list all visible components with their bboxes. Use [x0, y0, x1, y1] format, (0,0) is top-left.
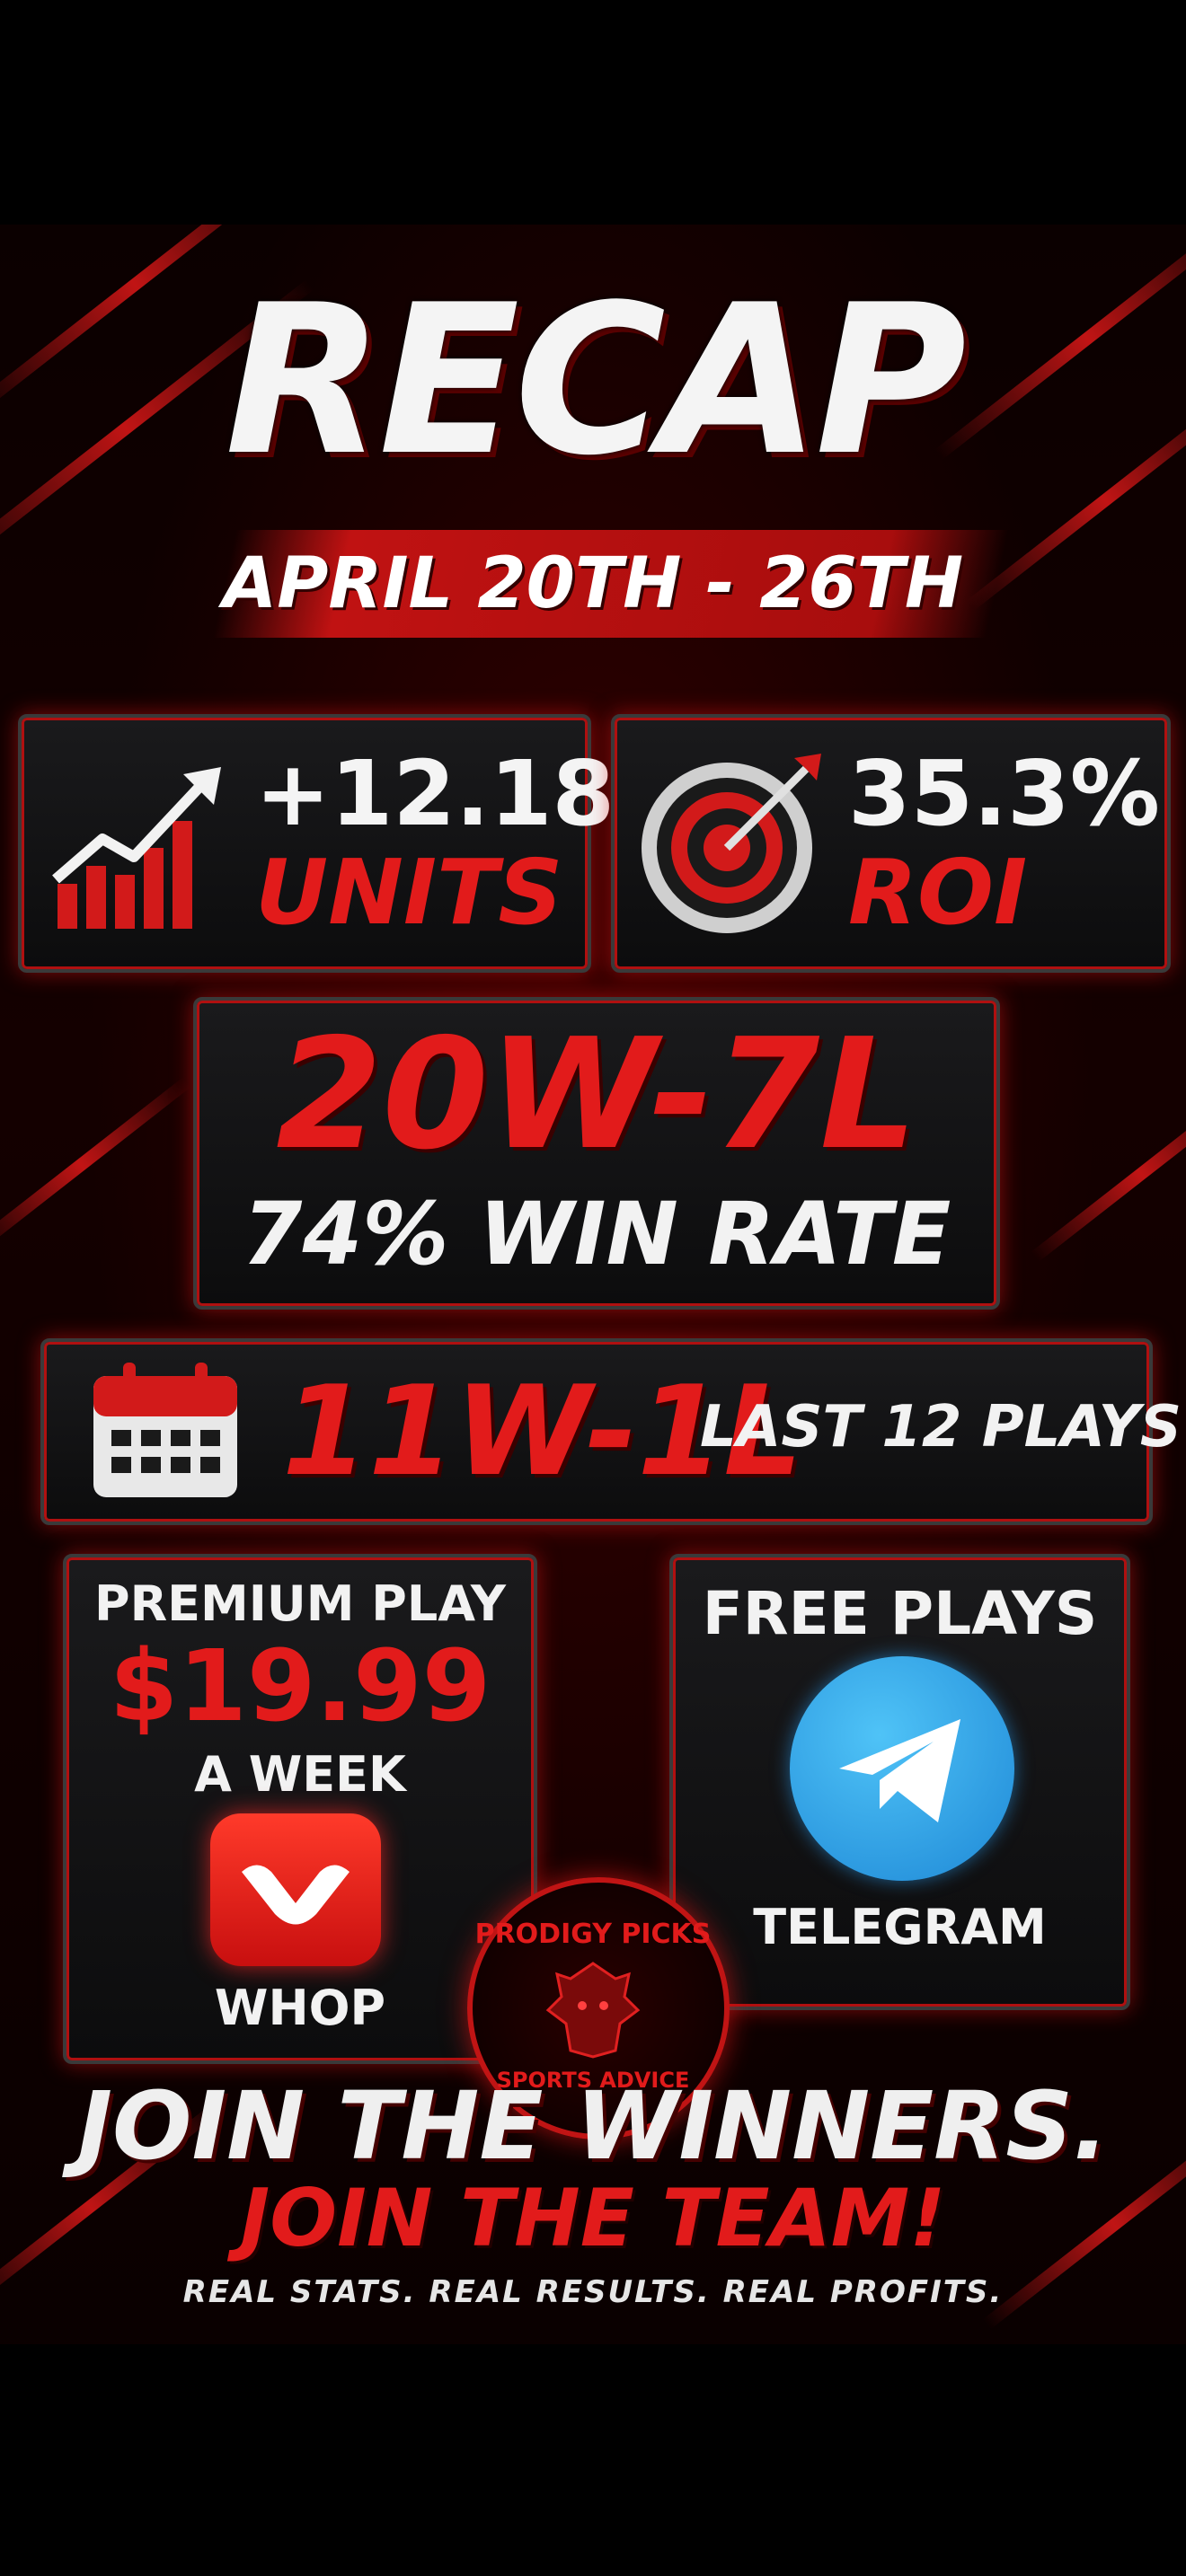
lion-icon — [545, 1962, 641, 2059]
roi-panel: 35.3% ROI — [611, 714, 1171, 973]
target-icon — [642, 754, 821, 933]
calendar-icon — [93, 1363, 237, 1497]
units-value: +12.18 — [255, 741, 615, 846]
whop-button[interactable] — [210, 1813, 381, 1966]
chart-growth-icon — [52, 767, 221, 929]
telegram-icon — [839, 1719, 960, 1822]
free-panel: FREE PLAYS TELEGRAM — [669, 1554, 1130, 2010]
win-rate: 74% WIN RATE — [242, 1184, 951, 1284]
season-record: 20W-7L — [276, 1006, 917, 1184]
footer-tagline: REAL STATS. REAL RESULTS. REAL PROFITS. — [182, 2274, 1004, 2310]
page-title: RECAP — [225, 261, 967, 501]
whop-icon — [242, 1865, 350, 1925]
recent-record-panel: 11W-1L LAST 12 PLAYS — [40, 1338, 1182, 1525]
whop-label[interactable]: WHOP — [66, 1980, 534, 2037]
telegram-button[interactable] — [790, 1656, 1014, 1881]
decorative-streak — [1031, 1086, 1186, 1262]
premium-price: $19.99 — [109, 1628, 491, 1743]
decorative-streak — [0, 1077, 191, 1253]
footer-headline: JOIN THE WINNERS. — [77, 2071, 1109, 2181]
footer-subheadline: JOIN THE TEAM! — [240, 2172, 946, 2264]
record-panel: 20W-7L 74% WIN RATE — [193, 997, 1000, 1310]
recap-poster: RECAP APRIL 20TH - 26TH +12.18 UNITS 35.… — [0, 225, 1186, 2344]
premium-period: A WEEK — [194, 1746, 406, 1803]
free-label: FREE PLAYS — [702, 1579, 1098, 1648]
logo-top-text: PRODIGY PICKS — [474, 1919, 712, 1950]
roi-label: ROI — [848, 840, 1028, 945]
recent-label: LAST 12 PLAYS — [700, 1394, 1182, 1460]
date-range: APRIL 20TH - 26TH — [222, 543, 964, 624]
roi-value: 35.3% — [848, 741, 1160, 846]
telegram-label[interactable]: TELEGRAM — [673, 1899, 1127, 1956]
units-panel: +12.18 UNITS — [18, 714, 615, 973]
units-label: UNITS — [255, 840, 563, 945]
premium-panel: PREMIUM PLAY $19.99 A WEEK WHOP — [63, 1554, 537, 2064]
premium-label: PREMIUM PLAY — [94, 1575, 506, 1632]
